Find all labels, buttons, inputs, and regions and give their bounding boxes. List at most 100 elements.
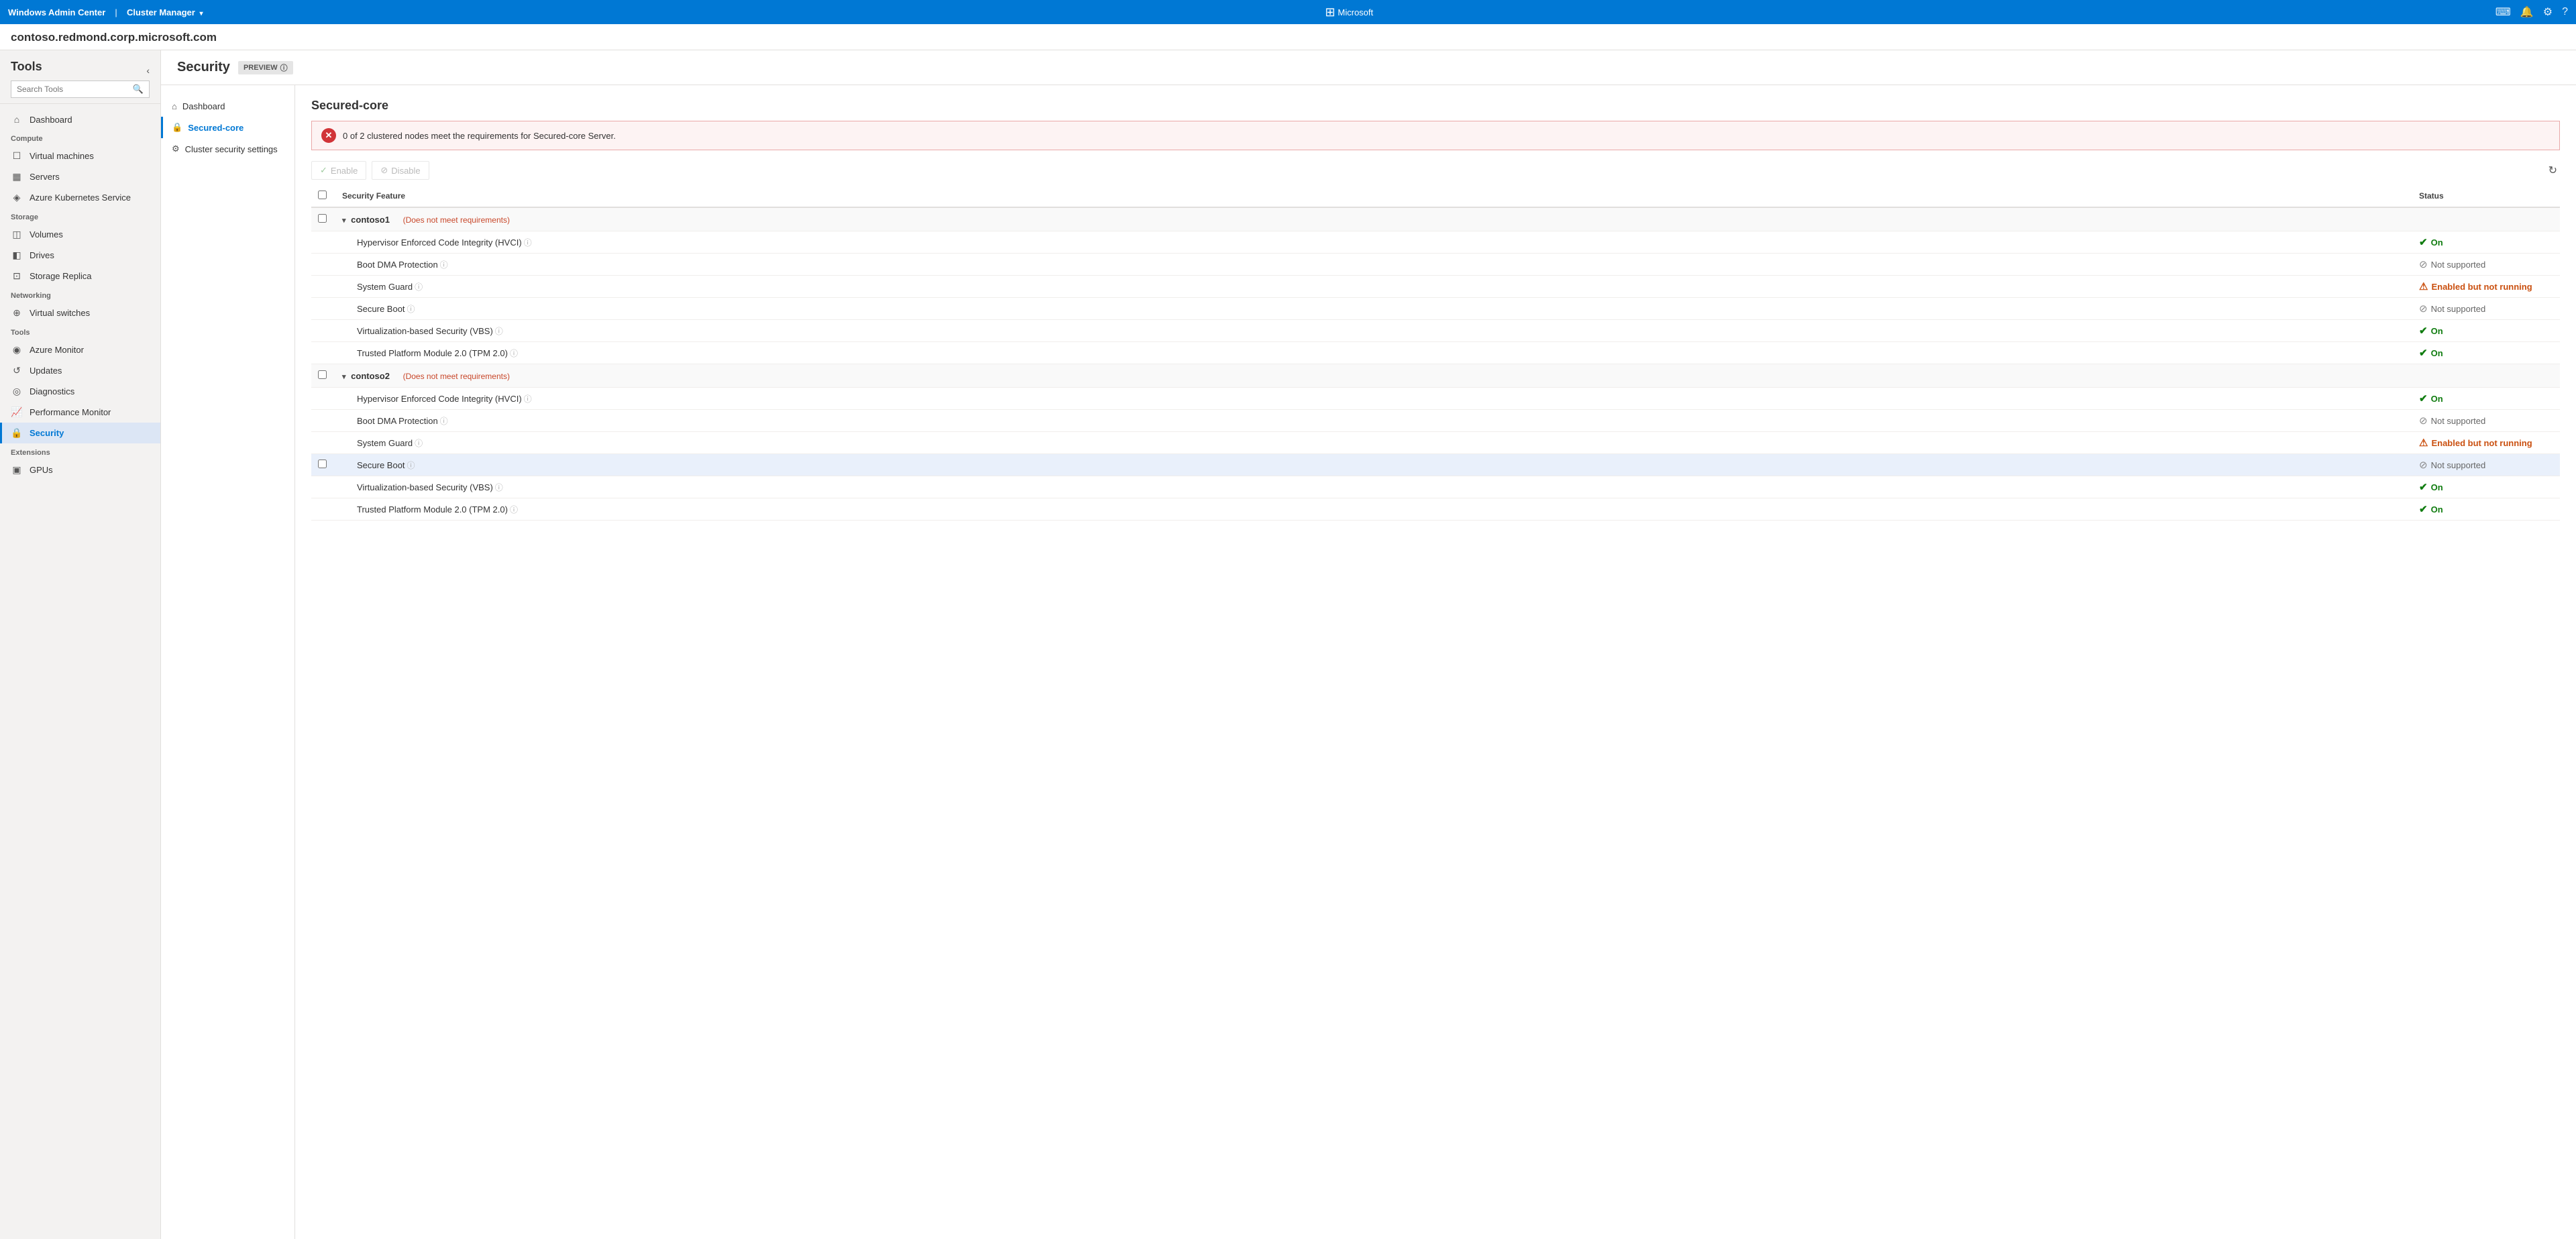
app-name: Windows Admin Center	[8, 7, 105, 17]
sidebar-item-drives[interactable]: ◧ Drives	[0, 245, 160, 266]
sidebar-nav: ⌂ Dashboard Compute ☐ Virtual machines ▦…	[0, 104, 160, 486]
feature-name: Virtualization-based Security (VBS)ⓘ	[335, 320, 2412, 342]
status-not: ⊘ Not supported	[2419, 258, 2553, 270]
alert-banner: ✕ 0 of 2 clustered nodes meet the requir…	[311, 121, 2560, 150]
sidebar-item-virtual-machines[interactable]: ☐ Virtual machines	[0, 146, 160, 166]
left-nav: ⌂ Dashboard 🔒 Secured-core ⚙ Cluster sec…	[161, 85, 295, 1239]
table-row[interactable]: Boot DMA Protectionⓘ ⊘ Not supported	[311, 410, 2560, 432]
table-group-row[interactable]: ▾ contoso2 (Does not meet requirements)	[311, 364, 2560, 388]
status-ok: ✔ On	[2419, 503, 2553, 515]
aks-icon: ◈	[11, 192, 23, 203]
sidebar-item-security[interactable]: 🔒 Security	[0, 423, 160, 443]
table-row[interactable]: Secure Bootⓘ ⊘ Not supported	[311, 298, 2560, 320]
table-row[interactable]: System Guardⓘ ⚠ Enabled but not running	[311, 276, 2560, 298]
sidebar-item-azure-monitor[interactable]: ◉ Azure Monitor	[0, 339, 160, 360]
sidebar-item-diagnostics[interactable]: ◎ Diagnostics	[0, 381, 160, 402]
gear-icon[interactable]: ⚙	[2543, 5, 2553, 19]
gpus-icon: ▣	[11, 464, 23, 476]
feature-status: ⚠ Enabled but not running	[2412, 276, 2560, 298]
info-icon[interactable]: ⓘ	[440, 417, 448, 426]
group-checkbox[interactable]	[318, 214, 327, 223]
table-row[interactable]: Virtualization-based Security (VBS)ⓘ ✔ O…	[311, 476, 2560, 498]
volumes-icon: ◫	[11, 229, 23, 240]
info-icon[interactable]: ⓘ	[524, 238, 532, 248]
sidebar-item-updates[interactable]: ↺ Updates	[0, 360, 160, 381]
sidebar-item-volumes[interactable]: ◫ Volumes	[0, 224, 160, 245]
perf-monitor-icon: 📈	[11, 407, 23, 418]
cluster-manager-label[interactable]: Cluster Manager ▾	[127, 7, 203, 17]
table-body: ▾ contoso1 (Does not meet requirements) …	[311, 207, 2560, 521]
info-icon[interactable]: ⓘ	[415, 282, 423, 292]
bell-icon[interactable]: 🔔	[2520, 5, 2534, 19]
left-nav-secured-core-icon: 🔒	[172, 122, 182, 133]
status-ok: ✔ On	[2419, 481, 2553, 493]
feature-name: System Guardⓘ	[335, 432, 2412, 454]
left-nav-label: Secured-core	[188, 123, 244, 133]
status-not: ⊘ Not supported	[2419, 415, 2553, 427]
info-icon[interactable]: ⓘ	[440, 260, 448, 270]
status-ok: ✔ On	[2419, 392, 2553, 405]
table-row[interactable]: Boot DMA Protectionⓘ ⊘ Not supported	[311, 254, 2560, 276]
feature-name: Trusted Platform Module 2.0 (TPM 2.0)ⓘ	[335, 342, 2412, 364]
info-icon[interactable]: ⓘ	[407, 305, 415, 314]
feature-status: ⊘ Not supported	[2412, 454, 2560, 476]
expand-arrow: ▾	[342, 373, 346, 381]
table-row[interactable]: Virtualization-based Security (VBS)ⓘ ✔ O…	[311, 320, 2560, 342]
enable-label: Enable	[331, 166, 358, 176]
search-input[interactable]	[17, 85, 129, 94]
sidebar-item-virtual-switches[interactable]: ⊕ Virtual switches	[0, 303, 160, 323]
sidebar-item-gpus[interactable]: ▣ GPUs	[0, 460, 160, 480]
enable-check-icon: ✓	[320, 165, 327, 176]
table-row[interactable]: Trusted Platform Module 2.0 (TPM 2.0)ⓘ ✔…	[311, 498, 2560, 521]
status-not: ⊘ Not supported	[2419, 459, 2553, 471]
info-icon[interactable]: ⓘ	[495, 483, 503, 492]
sidebar-item-label: Azure Kubernetes Service	[30, 193, 131, 203]
left-nav-item-cluster-security[interactable]: ⚙ Cluster security settings	[161, 138, 294, 160]
status-warn: ⚠ Enabled but not running	[2419, 437, 2553, 449]
feature-status: ✔ On	[2412, 498, 2560, 521]
azure-monitor-icon: ◉	[11, 344, 23, 356]
sidebar-item-storage-replica[interactable]: ⊡ Storage Replica	[0, 266, 160, 286]
status-not: ⊘ Not supported	[2419, 303, 2553, 315]
sidebar-item-label: Azure Monitor	[30, 345, 84, 355]
info-icon[interactable]: ⓘ	[407, 461, 415, 470]
status-ok: ✔ On	[2419, 347, 2553, 359]
sidebar-item-label: Security	[30, 428, 64, 438]
feature-checkbox[interactable]	[318, 460, 327, 468]
sidebar-item-label: Diagnostics	[30, 386, 74, 396]
top-bar-divider: |	[115, 7, 117, 17]
info-icon[interactable]: ⓘ	[524, 394, 532, 404]
sidebar-item-performance-monitor[interactable]: 📈 Performance Monitor	[0, 402, 160, 423]
virtual-switches-icon: ⊕	[11, 307, 23, 319]
table-row[interactable]: Hypervisor Enforced Code Integrity (HVCI…	[311, 388, 2560, 410]
expand-arrow: ▾	[342, 217, 346, 225]
vm-icon: ☐	[11, 150, 23, 162]
enable-button[interactable]: ✓ Enable	[311, 161, 366, 180]
table-row[interactable]: Hypervisor Enforced Code Integrity (HVCI…	[311, 231, 2560, 254]
table-row[interactable]: Secure Bootⓘ ⊘ Not supported	[311, 454, 2560, 476]
table-row[interactable]: Trusted Platform Module 2.0 (TPM 2.0)ⓘ ✔…	[311, 342, 2560, 364]
disable-button[interactable]: ⊘ Disable	[372, 161, 429, 180]
info-icon[interactable]: ⓘ	[495, 327, 503, 336]
sidebar-item-dashboard[interactable]: ⌂ Dashboard	[0, 109, 160, 129]
left-nav-item-dashboard[interactable]: ⌂ Dashboard	[161, 96, 294, 117]
terminal-icon[interactable]: ⌨	[2496, 5, 2511, 19]
help-icon[interactable]: ?	[2562, 6, 2568, 18]
table-group-row[interactable]: ▾ contoso1 (Does not meet requirements)	[311, 207, 2560, 231]
info-icon[interactable]: ⓘ	[510, 505, 518, 515]
sidebar-item-label: Dashboard	[30, 115, 72, 125]
left-nav-cluster-security-icon: ⚙	[172, 144, 180, 154]
sidebar-item-servers[interactable]: ▦ Servers	[0, 166, 160, 187]
table-row[interactable]: System Guardⓘ ⚠ Enabled but not running	[311, 432, 2560, 454]
left-nav-item-secured-core[interactable]: 🔒 Secured-core	[161, 117, 294, 138]
info-icon[interactable]: ⓘ	[510, 349, 518, 358]
sidebar-item-label: Volumes	[30, 229, 63, 239]
sidebar-item-azure-kubernetes[interactable]: ◈ Azure Kubernetes Service	[0, 187, 160, 208]
preview-info-icon[interactable]: ⓘ	[280, 62, 288, 73]
info-icon[interactable]: ⓘ	[415, 439, 423, 448]
group-checkbox[interactable]	[318, 370, 327, 379]
sidebar-section-compute: Compute	[0, 129, 160, 146]
sidebar-collapse-btn[interactable]: ‹	[146, 65, 150, 76]
refresh-button[interactable]: ↻	[2546, 161, 2560, 180]
select-all-checkbox[interactable]	[318, 191, 327, 199]
